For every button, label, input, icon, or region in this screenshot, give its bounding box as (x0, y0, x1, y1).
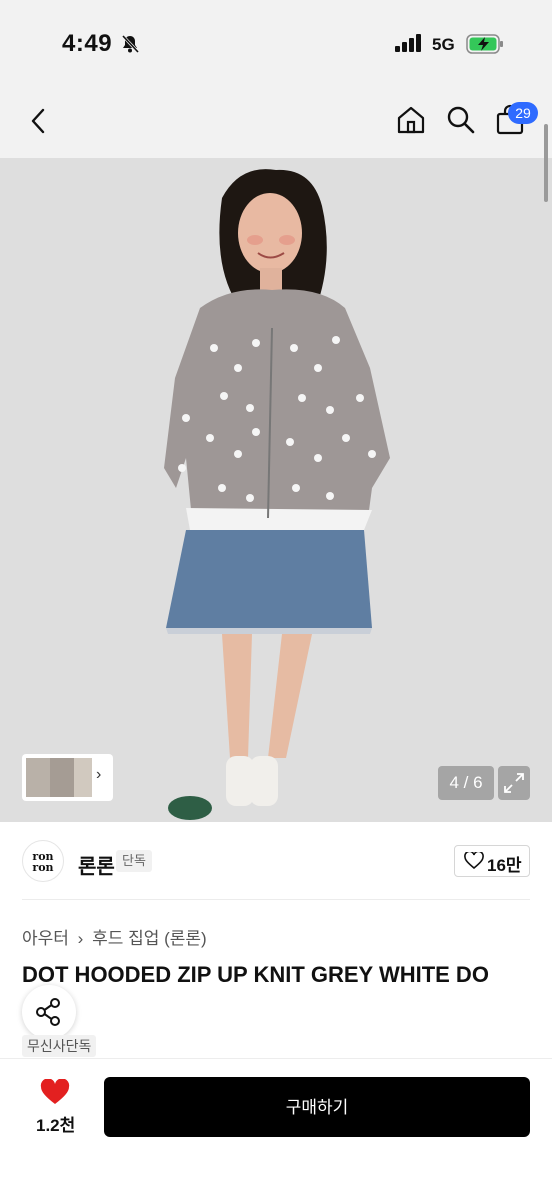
home-icon[interactable] (395, 104, 427, 136)
model-illustration (0, 158, 552, 822)
share-icon (36, 998, 60, 1026)
heart-filled-icon[interactable] (40, 1079, 70, 1106)
expand-icon (504, 773, 524, 793)
thumbnail-image[interactable] (50, 758, 74, 797)
expand-button[interactable] (498, 766, 530, 800)
exclusive-badge: 무신사단독 (22, 1035, 97, 1057)
bottom-action-bar: 1.2천 구매하기 (0, 1058, 552, 1201)
chevron-right-icon[interactable]: › (96, 766, 101, 784)
thumbnail-image[interactable] (26, 758, 50, 797)
share-button[interactable] (22, 985, 76, 1039)
scrollbar[interactable] (544, 124, 548, 202)
battery-charging-icon (466, 34, 503, 54)
status-bar: 4:49 5G (0, 0, 552, 90)
search-icon[interactable] (445, 104, 477, 136)
gallery-counter: 4 / 6 (438, 766, 494, 800)
cellular-signal-icon (395, 34, 421, 52)
buy-button[interactable]: 구매하기 (104, 1077, 530, 1137)
gallery-thumbnail-strip[interactable]: › (22, 754, 113, 801)
cart-count-badge: 29 (508, 102, 538, 124)
breadcrumb-subcategory[interactable]: 후드 집업 (론론) (92, 929, 207, 948)
product-photo[interactable] (0, 158, 552, 822)
favorite-count: 1.2천 (36, 1116, 76, 1135)
status-time: 4:49 (62, 30, 113, 57)
bell-muted-icon (121, 34, 140, 54)
top-nav (0, 90, 552, 158)
brand-exclusive-tag: 단독 (116, 850, 152, 872)
heart-outline-icon (464, 852, 484, 870)
chevron-right-icon: › (77, 929, 84, 948)
network-type: 5G (432, 35, 455, 54)
thumbnail-image[interactable] (74, 758, 92, 797)
brand-like-count: 16만 (487, 856, 522, 875)
breadcrumb-category[interactable]: 아우터 (22, 929, 69, 948)
breadcrumb: 아우터 › 후드 집업 (론론) (22, 924, 211, 949)
brand-like-button[interactable]: 16만 (454, 845, 530, 877)
product-title: DOT HOODED ZIP UP KNIT GREY WHITE DO (22, 962, 489, 987)
divider (22, 899, 530, 900)
brand-logo[interactable]: ron ron (22, 840, 64, 882)
back-arrow-icon[interactable] (26, 106, 50, 136)
brand-name[interactable]: 론론 (78, 850, 115, 879)
